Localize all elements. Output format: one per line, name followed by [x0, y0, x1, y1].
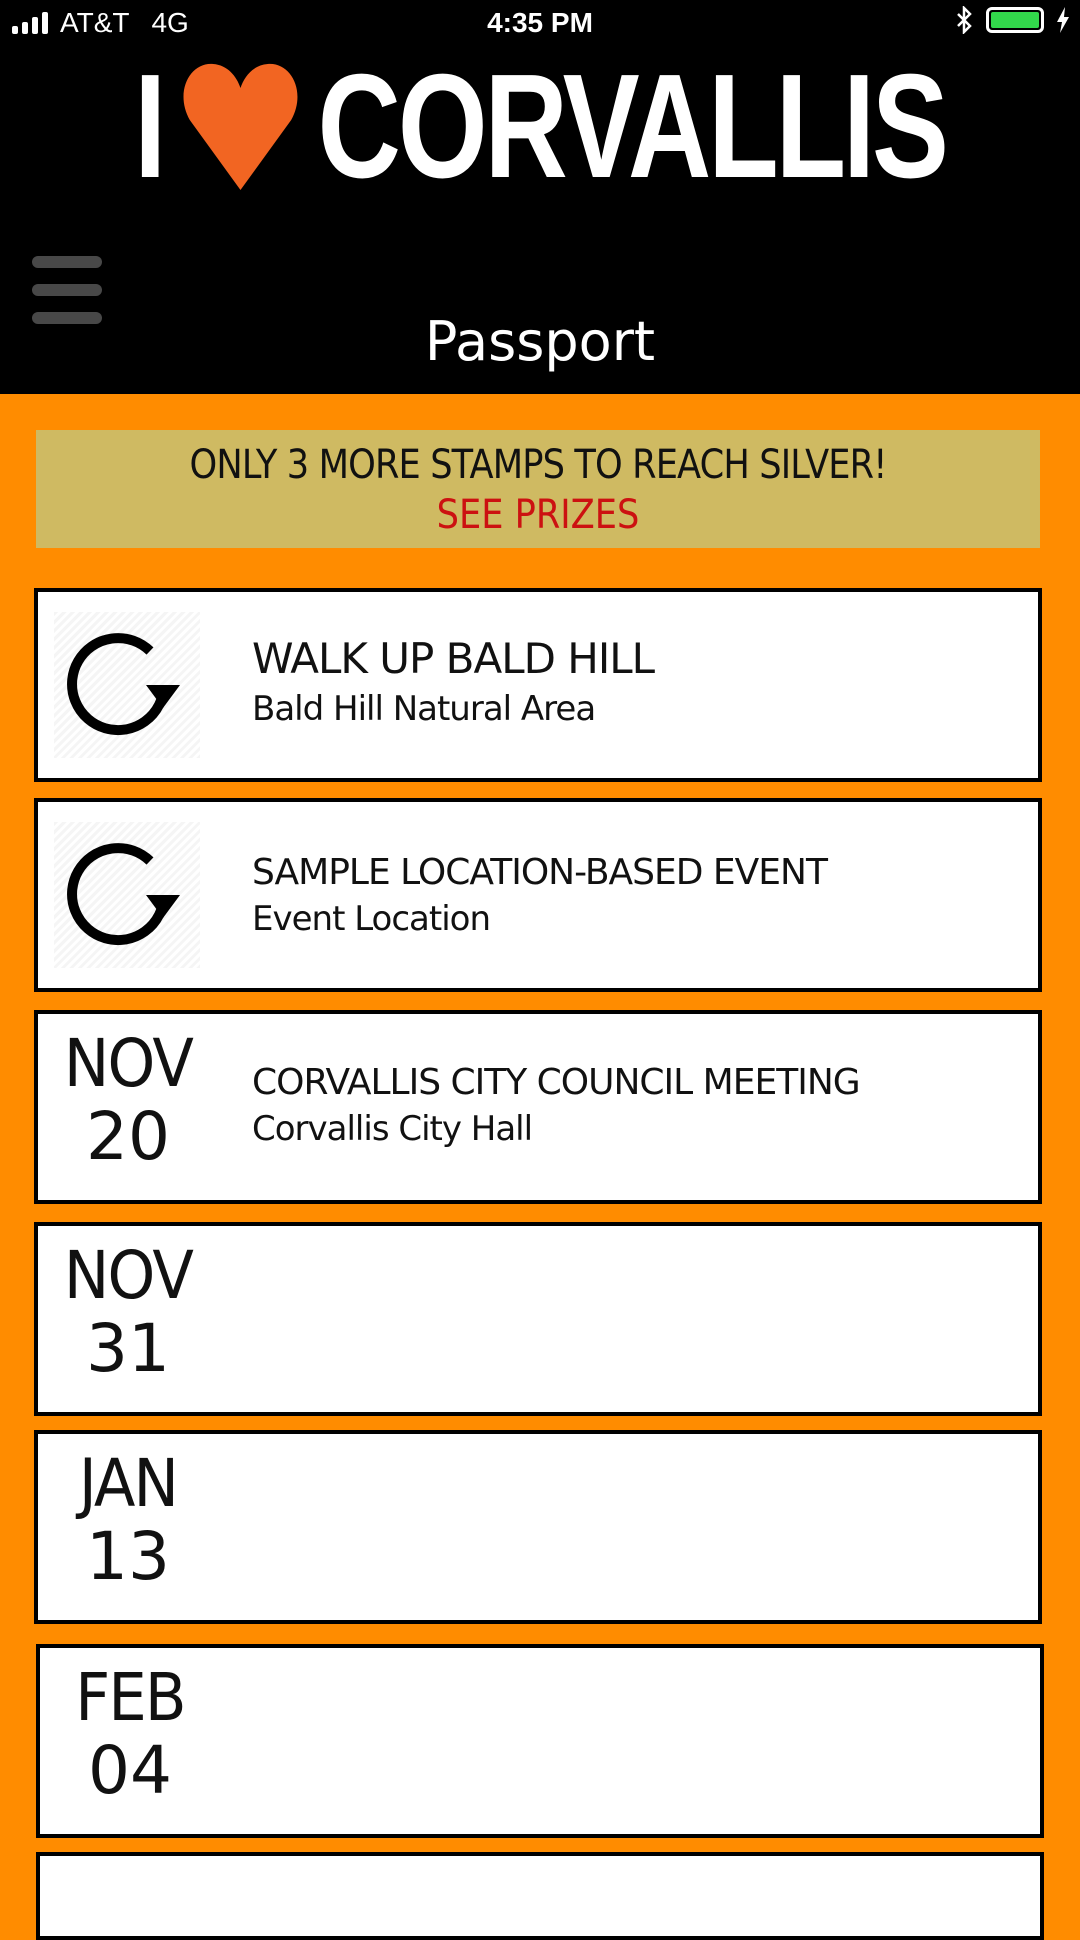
- refresh-icon: [67, 633, 180, 736]
- banner-message: ONLY 3 MORE STAMPS TO REACH SILVER!: [189, 442, 888, 488]
- event-date: NOV 20: [38, 1028, 218, 1174]
- event-day: 31: [86, 1310, 170, 1387]
- event-card[interactable]: NOV 31: [34, 1222, 1042, 1416]
- stamps-banner[interactable]: ONLY 3 MORE STAMPS TO REACH SILVER! SEE …: [36, 430, 1040, 548]
- app-logo: I CORVALLIS: [119, 44, 961, 209]
- event-month: NOV: [63, 1025, 194, 1102]
- event-card[interactable]: [36, 1852, 1044, 1940]
- event-day: 13: [86, 1518, 170, 1595]
- event-day: 04: [88, 1732, 172, 1809]
- event-text: WALK UP BALD HILL Bald Hill Natural Area: [252, 634, 655, 729]
- event-date: FEB 04: [40, 1662, 220, 1808]
- event-month: NOV: [63, 1237, 194, 1314]
- event-text: SAMPLE LOCATION-BASED EVENT Event Locati…: [252, 852, 828, 939]
- event-title: WALK UP BALD HILL: [252, 634, 655, 683]
- event-card[interactable]: SAMPLE LOCATION-BASED EVENT Event Locati…: [34, 798, 1042, 992]
- charging-icon: [1057, 7, 1069, 33]
- battery-icon: [986, 7, 1044, 33]
- see-prizes-link[interactable]: SEE PRIZES: [96, 492, 980, 538]
- event-text: CORVALLIS CITY COUNCIL MEETING Corvallis…: [252, 1062, 861, 1149]
- event-title: SAMPLE LOCATION-BASED EVENT: [252, 852, 828, 893]
- event-location: Corvallis City Hall: [252, 1109, 533, 1149]
- event-card[interactable]: FEB 04: [36, 1644, 1044, 1838]
- logo-right-text: CORVALLIS: [317, 44, 949, 209]
- event-date: NOV 31: [38, 1240, 218, 1386]
- status-time: 4:35 PM: [487, 7, 593, 38]
- page-title: Passport: [424, 310, 656, 373]
- refresh-icon: [67, 843, 180, 946]
- logo-left-text: I: [134, 44, 166, 209]
- event-thumbnail: [54, 822, 200, 968]
- event-card[interactable]: WALK UP BALD HILL Bald Hill Natural Area: [34, 588, 1042, 782]
- bluetooth-icon: [957, 6, 972, 34]
- event-card[interactable]: NOV 20 CORVALLIS CITY COUNCIL MEETING Co…: [34, 1010, 1042, 1204]
- event-card[interactable]: JAN 13: [34, 1430, 1042, 1624]
- event-title: CORVALLIS CITY COUNCIL MEETING: [252, 1062, 861, 1103]
- event-thumbnail: [54, 612, 200, 758]
- event-day: 20: [86, 1098, 170, 1175]
- heart-icon: [183, 63, 298, 191]
- status-right: [956, 6, 1070, 34]
- event-date: JAN 13: [38, 1448, 218, 1594]
- status-bar: AT&T 4G 4:35 PM: [0, 0, 1080, 48]
- event-month: FEB: [75, 1659, 186, 1736]
- event-location: Bald Hill Natural Area: [252, 689, 596, 729]
- event-location: Event Location: [252, 899, 491, 939]
- event-month: JAN: [78, 1445, 179, 1522]
